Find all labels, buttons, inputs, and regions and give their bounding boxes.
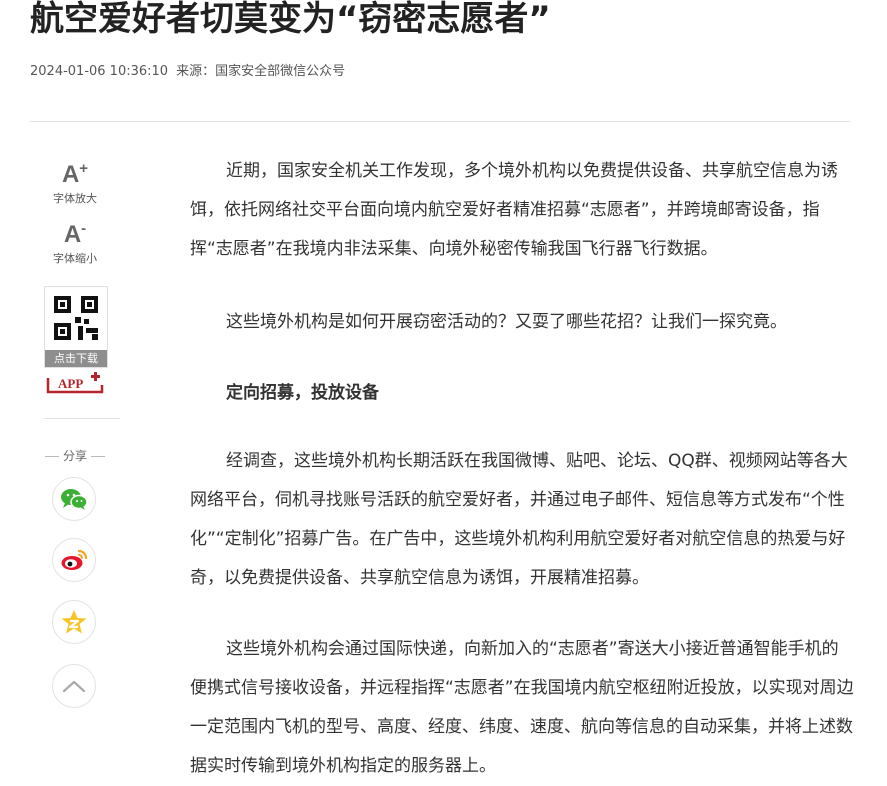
page-title: 航空爱好者切莫变为“窃密志愿者”: [30, 0, 551, 39]
chevron-up-icon: [62, 680, 86, 693]
article-paragraph: 近期，国家安全机关工作发现，多个境外机构以免费提供设备、共享航空信息为诱饵，依托…: [190, 161, 838, 259]
share-weibo-button[interactable]: [52, 538, 96, 582]
font-increase-label: 字体放大: [53, 192, 97, 205]
article-paragraph: 这些境外机构会通过国际快递，向新加入的“志愿者”寄送大小接近普通智能手机的便携式…: [190, 639, 854, 776]
share-wechat-button[interactable]: [52, 477, 96, 521]
qr-download-label: 点击下载: [45, 350, 107, 367]
article-source: 来源：国家安全部微信公众号: [176, 64, 346, 79]
qr-code-icon: [54, 296, 98, 340]
app-badge[interactable]: APP: [45, 372, 105, 396]
wechat-icon: [61, 489, 88, 510]
section-heading: 定向招募，投放设备: [226, 383, 379, 403]
share-dash-left: [44, 456, 59, 457]
share-heading: 分享: [30, 447, 120, 464]
font-decrease-label: 字体缩小: [53, 252, 97, 265]
header-divider: [30, 121, 850, 122]
font-increase-icon: A+: [61, 160, 89, 188]
app-download-qr[interactable]: 点击下载: [44, 286, 108, 368]
share-qzone-button[interactable]: [52, 600, 96, 644]
share-label: 分享: [62, 449, 87, 463]
app-label: APP: [58, 376, 83, 391]
back-to-top-button[interactable]: [52, 664, 96, 708]
article-paragraph: 这些境外机构是如何开展窃密活动的？又耍了哪些花招？让我们一探究竟。: [226, 312, 787, 332]
article-meta: 2024-01-06 10:36:10 来源：国家安全部微信公众号: [30, 60, 345, 79]
sidebar-divider: [44, 418, 120, 419]
article-paragraph: 经调查，这些境外机构长期活跃在我国微博、贴吧、论坛、QQ群、视频网站等各大网络平…: [190, 451, 848, 588]
qzone-icon: [61, 610, 87, 634]
app-logo-icon: APP: [46, 372, 104, 394]
font-increase-button[interactable]: A+ 字体放大: [30, 156, 120, 206]
font-decrease-icon: A-: [63, 220, 87, 248]
share-dash-right: [91, 456, 105, 457]
publish-datetime: 2024-01-06 10:36:10: [30, 64, 169, 79]
weibo-icon: [61, 549, 88, 570]
font-decrease-button[interactable]: A- 字体缩小: [30, 216, 120, 266]
